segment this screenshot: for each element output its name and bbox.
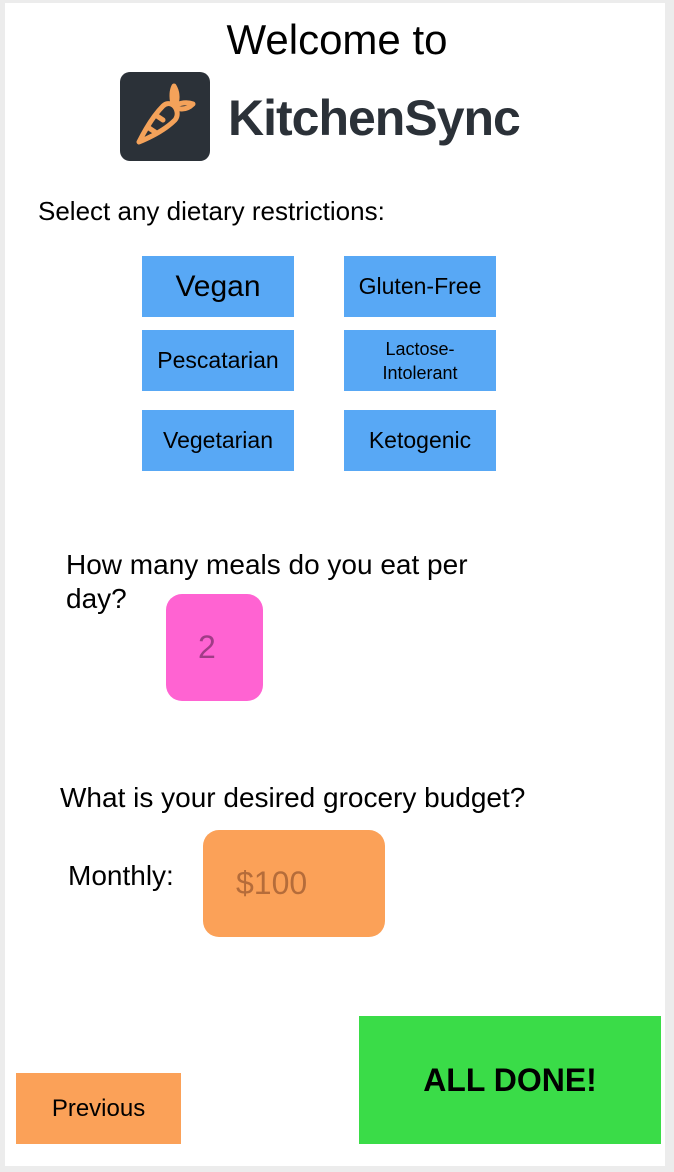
meals-question: How many meals do you eat per day? xyxy=(66,549,468,614)
meals-per-day-input[interactable] xyxy=(166,594,263,701)
diet-option-gluten-free[interactable]: Gluten-Free xyxy=(344,256,496,317)
monthly-budget-input[interactable] xyxy=(203,830,385,937)
diet-option-pescatarian[interactable]: Pescatarian xyxy=(142,330,294,391)
brand-name: KitchenSync xyxy=(228,90,521,146)
diet-option-lactose-intolerant[interactable]: Lactose- Intolerant xyxy=(344,330,496,391)
monthly-label: Monthly: xyxy=(68,860,174,891)
diet-option-vegan[interactable]: Vegan xyxy=(142,256,294,317)
carrot-icon xyxy=(136,83,196,145)
diet-prompt: Select any dietary restrictions: xyxy=(38,196,385,226)
previous-button[interactable]: Previous xyxy=(16,1073,181,1144)
app-logo xyxy=(120,72,210,161)
welcome-heading: Welcome to xyxy=(226,16,448,63)
all-done-button[interactable]: ALL DONE! xyxy=(359,1016,661,1144)
diet-option-vegetarian[interactable]: Vegetarian xyxy=(142,410,294,471)
diet-option-ketogenic[interactable]: Ketogenic xyxy=(344,410,496,471)
budget-question: What is your desired grocery budget? xyxy=(60,782,526,813)
